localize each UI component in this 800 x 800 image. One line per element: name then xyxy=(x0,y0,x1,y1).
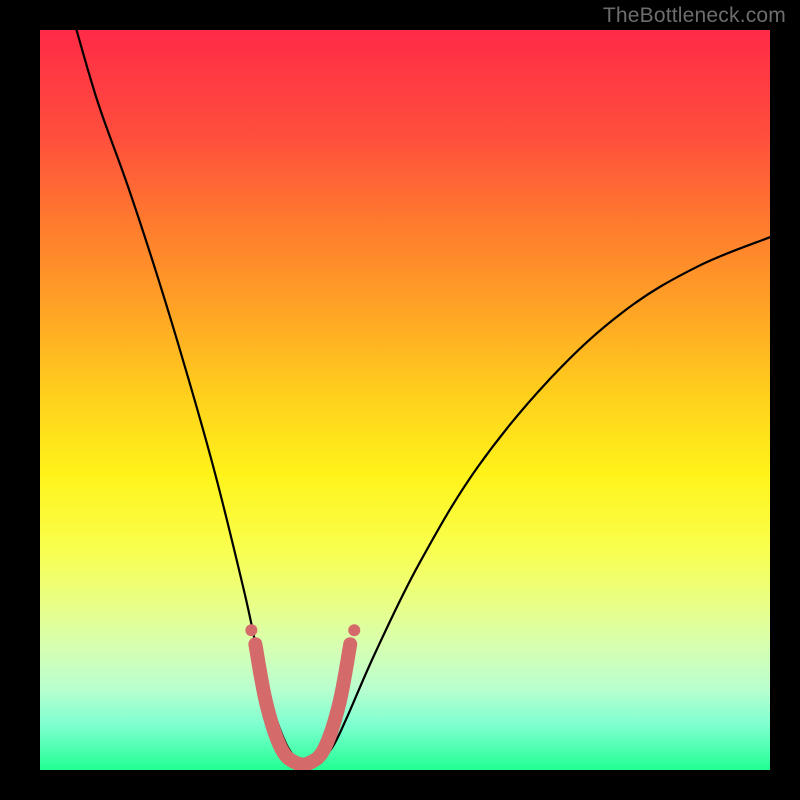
plot-area xyxy=(40,30,770,770)
watermark-text: TheBottleneck.com xyxy=(603,4,786,28)
overlay-dot xyxy=(245,624,257,636)
overlay-end-dots xyxy=(245,624,360,636)
overlay-bottom-segment xyxy=(255,644,350,764)
overlay-dot xyxy=(348,624,360,636)
outer-frame: TheBottleneck.com xyxy=(0,0,800,800)
bottleneck-curve xyxy=(77,30,771,765)
chart-overlay xyxy=(40,30,770,770)
